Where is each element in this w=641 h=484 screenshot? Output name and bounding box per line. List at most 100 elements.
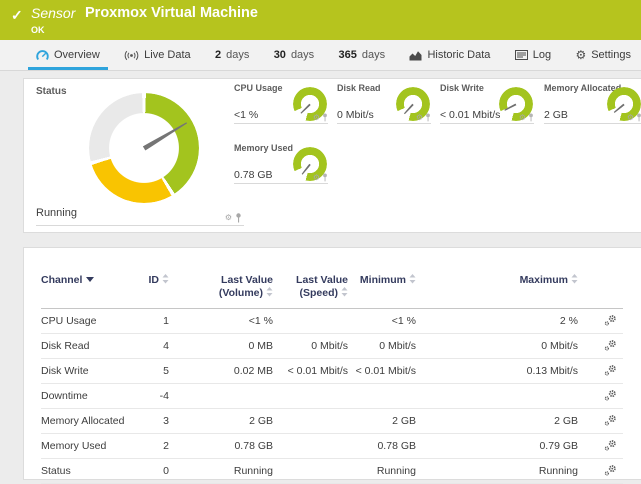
column-header-label: Last Value [221, 274, 273, 286]
column-header-channel[interactable]: Channel [41, 274, 131, 309]
column-header-last-value-volume[interactable]: Last Value (Volume) [169, 274, 273, 309]
gear-icon[interactable]: ⚙ [313, 114, 320, 122]
tab-30-days[interactable]: 30 days [274, 40, 315, 70]
channel-table-header-row: Channel ID Last Value (Volume) Last Valu… [41, 274, 623, 309]
tab-label: Historic Data [427, 49, 490, 61]
tab-overview[interactable]: Overview [36, 40, 100, 70]
column-header-label: ID [149, 274, 160, 286]
mini-gauge-disk-read[interactable]: Disk Read 0 Mbit/s ⚙ [337, 83, 431, 124]
tab-label: Live Data [144, 49, 190, 61]
gear-icon[interactable]: ⚙ [313, 174, 320, 182]
status-gauge-title: Status [36, 86, 67, 97]
channel-settings-icon[interactable] [604, 464, 617, 476]
tab-365-days[interactable]: 365 days [339, 40, 386, 70]
cell-last-value-speed [273, 459, 348, 484]
pin-icon[interactable] [235, 213, 242, 223]
column-header-maximum[interactable]: Maximum [416, 274, 578, 309]
mini-gauge-label: Disk Read [337, 83, 381, 93]
channel-table-panel: Channel ID Last Value (Volume) Last Valu… [23, 247, 641, 480]
tab-log[interactable]: Log [515, 40, 551, 70]
sensor-kind-label: Sensor [31, 5, 75, 21]
cell-last-value-speed [273, 309, 348, 334]
cell-last-value-volume: 0.78 GB [169, 434, 273, 459]
column-header-minimum[interactable]: Minimum [348, 274, 416, 309]
pin-icon[interactable] [636, 113, 641, 122]
tab-number: 2 [215, 49, 221, 61]
gear-icon[interactable]: ⚙ [627, 114, 634, 122]
channel-settings-icon[interactable] [604, 439, 617, 451]
cell-channel: Memory Used [41, 434, 131, 459]
pin-icon[interactable] [528, 113, 534, 122]
cell-minimum: <1 % [348, 309, 416, 334]
cell-last-value-volume: 2 GB [169, 409, 273, 434]
cell-last-value-volume: 0 MB [169, 334, 273, 359]
sensor-title: Proxmox Virtual Machine [85, 5, 258, 21]
overview-gauges-panel: Status Running ⚙ CPU Usage <1 % ⚙ Disk R… [23, 78, 641, 233]
channel-settings-icon[interactable] [604, 314, 617, 326]
cell-id: 1 [131, 309, 169, 334]
cell-last-value-volume [169, 384, 273, 409]
tab-settings[interactable]: ⚙ Settings [575, 40, 631, 70]
cell-id: 3 [131, 409, 169, 434]
column-header-id[interactable]: ID [131, 274, 169, 309]
cell-maximum: 2 GB [416, 409, 578, 434]
tab-label: days [362, 49, 385, 61]
status-gauge-value: Running [36, 207, 77, 219]
sort-desc-icon [86, 277, 94, 282]
status-gauge-value-row: Running ⚙ [36, 207, 244, 226]
cell-minimum: Running [348, 459, 416, 484]
table-row: CPU Usage 1 <1 % <1 % 2 % [41, 309, 623, 334]
gear-icon: ⚙ [575, 49, 586, 61]
cell-maximum [416, 384, 578, 409]
table-row: Status 0 Running Running Running [41, 459, 623, 484]
cell-channel: Status [41, 459, 131, 484]
mini-gauge-value: 0 Mbit/s [337, 109, 374, 121]
live-signal-icon [124, 50, 139, 61]
pin-icon[interactable] [322, 173, 328, 182]
mini-gauge-value: 0.78 GB [234, 169, 273, 181]
area-chart-icon [409, 50, 422, 61]
pin-icon[interactable] [322, 113, 328, 122]
channel-settings-icon[interactable] [604, 364, 617, 376]
column-header-last-value-speed[interactable]: Last Value (Speed) [273, 274, 348, 309]
cell-last-value-speed [273, 384, 348, 409]
column-header-label: (Volume) [219, 287, 263, 299]
cell-channel: Disk Read [41, 334, 131, 359]
table-row: Memory Used 2 0.78 GB 0.78 GB 0.79 GB [41, 434, 623, 459]
tab-number: 30 [274, 49, 286, 61]
channel-settings-icon[interactable] [604, 339, 617, 351]
cell-last-value-speed: 0 Mbit/s [273, 334, 348, 359]
log-list-icon [515, 50, 528, 60]
tab-label: Settings [591, 49, 631, 61]
cell-id: -4 [131, 384, 169, 409]
channel-settings-icon[interactable] [604, 414, 617, 426]
sensor-tabbar: Overview Live Data 2 days 30 days 365 da… [0, 40, 641, 71]
gear-icon[interactable]: ⚙ [519, 114, 526, 122]
tab-live-data[interactable]: Live Data [124, 40, 190, 70]
channel-settings-icon[interactable] [604, 389, 617, 401]
cell-minimum: 0.78 GB [348, 434, 416, 459]
gauge-icon [36, 50, 49, 61]
gear-icon[interactable]: ⚙ [225, 214, 232, 222]
tab-historic-data[interactable]: Historic Data [409, 40, 490, 70]
status-gauge[interactable] [89, 93, 199, 203]
cell-last-value-speed [273, 434, 348, 459]
table-row: Disk Write 5 0.02 MB < 0.01 Mbit/s < 0.0… [41, 359, 623, 384]
table-row: Memory Allocated 3 2 GB 2 GB 2 GB [41, 409, 623, 434]
cell-maximum: 2 % [416, 309, 578, 334]
mini-gauge-disk-write[interactable]: Disk Write < 0.01 Mbit/s ⚙ [440, 83, 534, 124]
tab-label: Log [533, 49, 551, 61]
mini-gauge-label: Disk Write [440, 83, 484, 93]
cell-last-value-speed [273, 409, 348, 434]
pin-icon[interactable] [425, 113, 431, 122]
mini-gauge-memory-used[interactable]: Memory Used 0.78 GB ⚙ [234, 143, 328, 184]
tab-2-days[interactable]: 2 days [215, 40, 249, 70]
gear-icon[interactable]: ⚙ [416, 114, 423, 122]
column-header-settings [578, 274, 623, 309]
column-header-label: Channel [41, 274, 82, 286]
cell-last-value-volume: Running [169, 459, 273, 484]
mini-gauge-label: Memory Used [234, 143, 293, 153]
mini-gauge-cpu-usage[interactable]: CPU Usage <1 % ⚙ [234, 83, 328, 124]
mini-gauge-memory-allocated[interactable]: Memory Allocated 2 GB ⚙ [544, 83, 641, 124]
sensor-header: ✓ Sensor Proxmox Virtual Machine OK [0, 0, 641, 40]
